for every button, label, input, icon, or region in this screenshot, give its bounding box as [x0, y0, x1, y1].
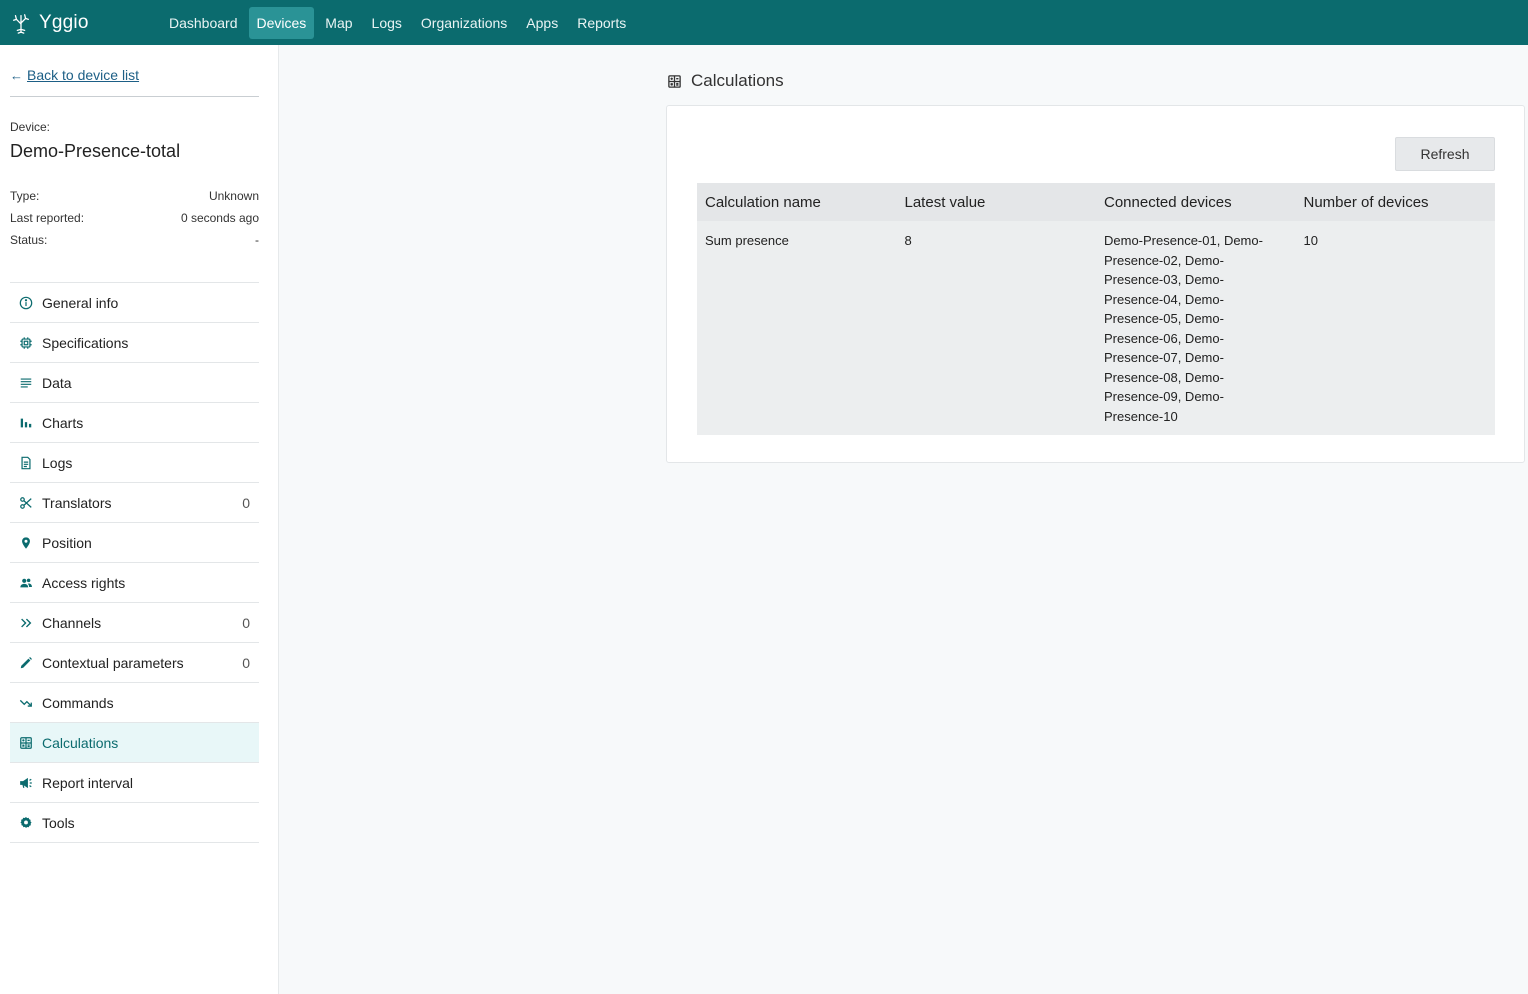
menu-item-count: 0	[242, 494, 250, 511]
device-menu: General info Specifications Data Charts …	[10, 282, 259, 843]
calculations-panel: Refresh Calculation name Latest value Co…	[666, 105, 1525, 463]
menu-item-charts[interactable]: Charts	[10, 403, 259, 443]
nav-apps[interactable]: Apps	[518, 7, 566, 39]
nav-organizations[interactable]: Organizations	[413, 7, 515, 39]
column-header-latest-value[interactable]: Latest value	[896, 183, 1096, 221]
calculator-icon	[668, 74, 681, 88]
meta-last-reported: Last reported: 0 seconds ago	[10, 211, 259, 225]
info-icon	[18, 295, 34, 311]
menu-item-tools[interactable]: Tools	[10, 803, 259, 843]
menu-item-label: Data	[42, 374, 72, 391]
menu-item-translators[interactable]: Translators 0	[10, 483, 259, 523]
menu-item-label: Report interval	[42, 774, 134, 791]
menu-item-label: Charts	[42, 414, 84, 431]
menu-item-count: 0	[242, 614, 250, 631]
meta-value: 0 seconds ago	[180, 211, 259, 225]
back-link-label: Back to device list	[27, 67, 140, 83]
menu-item-position[interactable]: Position	[10, 523, 259, 563]
cell-latest-value: 8	[896, 221, 1096, 435]
menu-item-general-info[interactable]: General info	[10, 283, 259, 323]
menu-item-label: Access rights	[42, 574, 126, 591]
location-pin-icon	[18, 535, 34, 551]
menu-item-label: General info	[42, 294, 119, 311]
meta-value: -	[255, 233, 259, 247]
menu-item-logs[interactable]: Logs	[10, 443, 259, 483]
refresh-button[interactable]: Refresh	[1395, 137, 1495, 171]
cell-calculation-name: Sum presence	[697, 221, 897, 435]
divider	[10, 96, 259, 97]
tree-logo-icon	[13, 13, 29, 34]
meta-label: Last reported:	[10, 211, 85, 225]
menu-item-label: Commands	[42, 694, 114, 711]
column-header-connected-devices[interactable]: Connected devices	[1096, 183, 1296, 221]
device-sidebar: ← Back to device list Device: Demo-Prese…	[0, 45, 279, 994]
nav-reports[interactable]: Reports	[569, 7, 634, 39]
calculator-icon	[18, 735, 34, 751]
nav-dashboard[interactable]: Dashboard	[161, 7, 246, 39]
gear-icon	[18, 815, 34, 831]
arrow-left-icon: ←	[10, 67, 23, 83]
lines-icon	[18, 375, 34, 391]
menu-item-commands[interactable]: Commands	[10, 683, 259, 723]
meta-status: Status: -	[10, 233, 259, 247]
calculations-table: Calculation name Latest value Connected …	[697, 183, 1495, 435]
back-to-device-list-link[interactable]: ← Back to device list	[10, 67, 139, 83]
meta-value: Unknown	[208, 189, 259, 203]
users-icon	[18, 575, 34, 591]
broadcast-icon	[18, 775, 34, 791]
column-header-calculation-name[interactable]: Calculation name	[697, 183, 897, 221]
nav-devices[interactable]: Devices	[248, 6, 315, 39]
menu-item-data[interactable]: Data	[10, 363, 259, 403]
menu-item-channels[interactable]: Channels 0	[10, 603, 259, 643]
table-row[interactable]: Sum presence 8 Demo-Presence-01, Demo-Pr…	[697, 221, 1495, 435]
meta-type: Type: Unknown	[10, 189, 259, 203]
device-caption: Device:	[10, 120, 51, 134]
nav-map[interactable]: Map	[317, 7, 360, 39]
pencil-icon	[18, 655, 34, 671]
table-header-row: Calculation name Latest value Connected …	[697, 183, 1495, 221]
menu-item-contextual-parameters[interactable]: Contextual parameters 0	[10, 643, 259, 683]
app-name: Yggio	[39, 11, 89, 33]
menu-item-access-rights[interactable]: Access rights	[10, 563, 259, 603]
main-nav: Dashboard Devices Map Logs Organizations…	[161, 6, 637, 39]
menu-item-label: Channels	[42, 614, 102, 631]
meta-label: Type:	[10, 189, 40, 203]
column-header-number-of-devices[interactable]: Number of devices	[1295, 183, 1495, 221]
page-title: Calculations	[691, 71, 784, 90]
chip-icon	[18, 335, 34, 351]
page-header: Calculations	[667, 71, 784, 91]
bar-chart-icon	[18, 415, 34, 431]
menu-item-specifications[interactable]: Specifications	[10, 323, 259, 363]
top-navigation-bar: Yggio Dashboard Devices Map Logs Organiz…	[0, 0, 1528, 45]
menu-item-label: Position	[42, 534, 92, 551]
meta-label: Status:	[10, 233, 48, 247]
document-icon	[18, 455, 34, 471]
menu-item-label: Logs	[42, 454, 73, 471]
menu-item-label: Contextual parameters	[42, 654, 184, 671]
scissors-icon	[18, 495, 34, 511]
cell-connected-devices: Demo-Presence-01, Demo-Presence-02, Demo…	[1096, 221, 1296, 435]
menu-item-label: Calculations	[42, 734, 119, 751]
nav-logs[interactable]: Logs	[364, 7, 410, 39]
menu-item-label: Specifications	[42, 334, 129, 351]
brand[interactable]: Yggio	[10, 12, 160, 34]
trend-arrow-icon	[18, 695, 34, 711]
menu-item-count: 0	[242, 654, 250, 671]
double-chevron-icon	[18, 615, 34, 631]
cell-number-of-devices: 10	[1295, 221, 1495, 435]
menu-item-calculations[interactable]: Calculations	[10, 723, 259, 763]
menu-item-label: Translators	[42, 494, 112, 511]
device-name: Demo-Presence-total	[10, 141, 181, 161]
menu-item-report-interval[interactable]: Report interval	[10, 763, 259, 803]
menu-item-label: Tools	[42, 814, 75, 831]
